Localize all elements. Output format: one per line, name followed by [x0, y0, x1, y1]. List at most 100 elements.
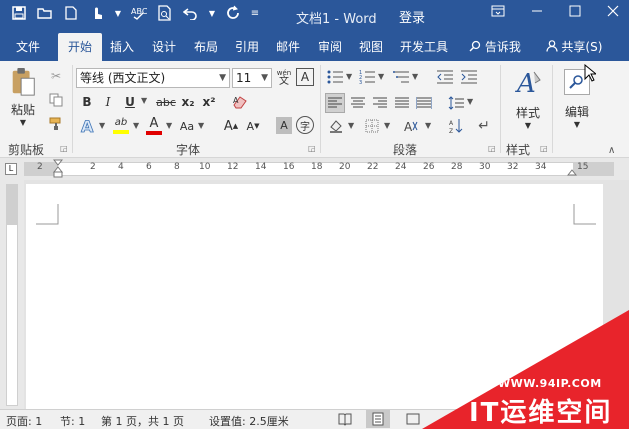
text-effects-dropdown-icon[interactable]: ▼	[99, 121, 105, 130]
shrink-font-button[interactable]: A ▼	[244, 117, 262, 135]
align-left-icon[interactable]	[325, 93, 345, 113]
highlight-dropdown-icon[interactable]: ▼	[133, 121, 139, 130]
change-case-button[interactable]: Aa	[176, 117, 198, 135]
shading-dropdown-icon[interactable]: ▼	[348, 121, 354, 130]
phonetic-guide-button[interactable]: wén 文	[275, 66, 293, 90]
superscript-button[interactable]: x²	[200, 93, 218, 111]
format-painter-icon[interactable]	[46, 115, 66, 133]
sort-icon[interactable]: AZ	[446, 116, 466, 136]
tab-references[interactable]: 引用	[227, 33, 267, 61]
distributed-icon[interactable]	[414, 93, 434, 113]
indent-marker-icon[interactable]	[53, 159, 63, 179]
tab-design[interactable]: 设计	[144, 33, 184, 61]
cut-icon[interactable]: ✂	[46, 67, 66, 85]
enclose-char-button[interactable]: 字	[296, 116, 314, 134]
char-border-button[interactable]: A	[296, 68, 314, 86]
font-size-combo[interactable]: 11 ▼	[232, 68, 272, 88]
chevron-down-icon[interactable]: ▼	[114, 4, 122, 22]
paste-button[interactable]: 粘贴 ▼	[6, 67, 40, 127]
justify-icon[interactable]	[392, 93, 412, 113]
status-page-of[interactable]: 第 1 页，共 1 页	[101, 413, 184, 429]
bullets-dropdown-icon[interactable]: ▼	[346, 72, 352, 81]
save-icon[interactable]	[10, 4, 28, 22]
read-mode-icon[interactable]	[338, 412, 352, 429]
clear-format-icon[interactable]: A	[230, 92, 250, 112]
increase-indent-icon[interactable]	[460, 69, 478, 85]
align-center-icon[interactable]	[348, 93, 368, 113]
document-page[interactable]	[26, 184, 603, 409]
shading-icon[interactable]	[326, 116, 346, 136]
right-indent-marker-icon[interactable]	[567, 168, 577, 176]
collapse-ribbon-icon[interactable]: ∧	[608, 145, 615, 156]
tab-selector[interactable]: L	[5, 163, 17, 175]
char-shading-button[interactable]: A	[276, 117, 292, 134]
underline-button[interactable]: U	[121, 93, 139, 111]
ribbon-display-icon[interactable]	[491, 5, 505, 21]
font-color-button[interactable]: A	[144, 115, 164, 137]
multilevel-list-icon[interactable]	[392, 69, 410, 85]
vertical-ruler-track[interactable]	[6, 184, 18, 406]
minimize-icon[interactable]	[531, 5, 543, 21]
tab-mailings[interactable]: 邮件	[268, 33, 308, 61]
line-spacing-dropdown-icon[interactable]: ▼	[467, 97, 473, 106]
font-name-combo[interactable]: 等线 (西文正文) ▼	[76, 68, 230, 88]
status-section[interactable]: 节: 1	[60, 413, 85, 429]
separator	[552, 65, 553, 153]
font-color-dropdown-icon[interactable]: ▼	[166, 121, 172, 130]
redo-icon[interactable]	[224, 4, 242, 22]
subscript-button[interactable]: x₂	[179, 93, 197, 111]
print-preview-icon[interactable]	[156, 4, 174, 22]
ruler-track[interactable]: 2 2 4 6 8 10 12 14 16 18 20 22 24 26 28 …	[24, 159, 614, 179]
grow-font-button[interactable]: A ▲	[222, 117, 240, 135]
borders-dropdown-icon[interactable]: ▼	[384, 121, 390, 130]
strikethrough-button[interactable]: abc	[154, 93, 178, 111]
numbering-icon[interactable]: 123	[358, 69, 376, 85]
close-icon[interactable]	[607, 5, 619, 21]
tab-home[interactable]: 开始	[58, 33, 102, 61]
chinese-layout-dropdown-icon[interactable]: ▼	[425, 121, 431, 130]
login-button[interactable]: 登录	[399, 7, 425, 26]
tab-file[interactable]: 文件	[6, 33, 50, 61]
undo-dropdown-icon[interactable]: ▼	[208, 4, 216, 22]
customize-icon[interactable]: ≡	[250, 4, 260, 22]
borders-icon[interactable]	[362, 116, 382, 136]
spelling-icon[interactable]: ABC	[130, 4, 148, 22]
status-page[interactable]: 页面: 1	[6, 413, 42, 429]
italic-button[interactable]: I	[99, 93, 117, 111]
status-setting[interactable]: 设置值: 2.5厘米	[209, 413, 289, 429]
font-launcher-icon[interactable]: ◲	[308, 144, 316, 153]
underline-dropdown-icon[interactable]: ▼	[141, 96, 147, 105]
open-icon[interactable]	[36, 4, 54, 22]
share-button[interactable]: 共享(S)	[541, 33, 607, 61]
tab-layout[interactable]: 布局	[186, 33, 226, 61]
multilevel-dropdown-icon[interactable]: ▼	[412, 72, 418, 81]
bold-button[interactable]: B	[78, 93, 96, 111]
web-layout-icon[interactable]	[406, 412, 420, 429]
styles-launcher-icon[interactable]: ◲	[540, 144, 548, 153]
tab-review[interactable]: 审阅	[310, 33, 350, 61]
text-effects-icon[interactable]: A	[78, 116, 98, 136]
print-layout-icon[interactable]	[366, 410, 390, 428]
clipboard-launcher-icon[interactable]: ◲	[60, 144, 68, 153]
highlight-button[interactable]: ab	[110, 115, 132, 137]
line-spacing-icon[interactable]	[446, 93, 466, 113]
tab-developer[interactable]: 开发工具	[392, 33, 456, 61]
paragraph-launcher-icon[interactable]: ◲	[488, 144, 496, 153]
copy-icon[interactable]	[46, 91, 66, 109]
tab-insert[interactable]: 插入	[102, 33, 142, 61]
show-marks-icon[interactable]: ↵	[474, 116, 494, 136]
bullets-icon[interactable]	[326, 69, 344, 85]
tell-me-search[interactable]: 告诉我	[462, 33, 528, 61]
align-right-icon[interactable]	[370, 93, 390, 113]
highlight-color-swatch	[113, 130, 129, 134]
touch-mode-icon[interactable]	[88, 4, 106, 22]
styles-button[interactable]: A 样式 ▼	[510, 67, 546, 131]
change-case-dropdown-icon[interactable]: ▼	[198, 121, 204, 130]
numbering-dropdown-icon[interactable]: ▼	[378, 72, 384, 81]
maximize-icon[interactable]	[569, 5, 581, 21]
decrease-indent-icon[interactable]	[436, 69, 454, 85]
undo-icon[interactable]	[182, 4, 200, 22]
tab-view[interactable]: 视图	[351, 33, 391, 61]
new-icon[interactable]	[62, 4, 80, 22]
chinese-layout-icon[interactable]: A	[402, 116, 424, 136]
